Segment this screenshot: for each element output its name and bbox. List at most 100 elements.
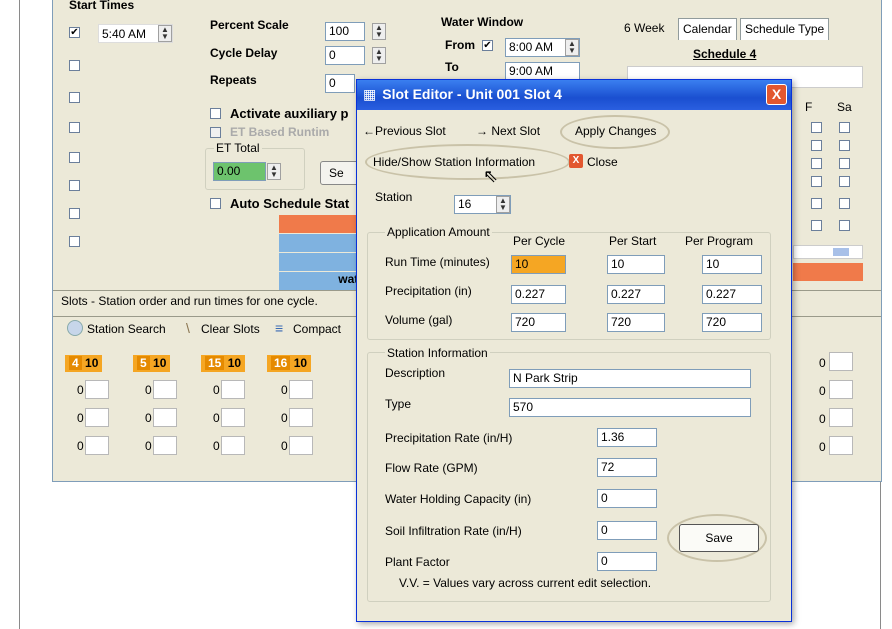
- slot-time-box[interactable]: [153, 436, 177, 455]
- day-checkbox[interactable]: [839, 158, 850, 169]
- volume-per-start[interactable]: 720: [607, 313, 665, 332]
- slot-number: 0: [819, 356, 826, 370]
- activate-aux-label: Activate auxiliary p: [230, 106, 349, 121]
- run-time-per-cycle[interactable]: 10: [511, 255, 566, 274]
- slot-time-box[interactable]: [829, 352, 853, 371]
- slot-time-box[interactable]: [221, 408, 245, 427]
- cycle-delay-input[interactable]: 0: [325, 46, 365, 65]
- day-checkbox[interactable]: [811, 198, 822, 209]
- slot-number: 0: [281, 439, 288, 453]
- slot-time-box[interactable]: [289, 380, 313, 399]
- slot-chip-2[interactable]: 5 10: [133, 355, 171, 372]
- infiltration-input[interactable]: 0: [597, 521, 657, 540]
- from-label: From: [445, 38, 475, 52]
- start-time-checkbox-1[interactable]: ✔: [69, 27, 80, 38]
- slot-time-box[interactable]: [153, 380, 177, 399]
- volume-per-program[interactable]: 720: [702, 313, 762, 332]
- start-time-spinner[interactable]: ▲ ▼: [158, 25, 172, 42]
- slot-number: 0: [77, 411, 84, 425]
- day-checkbox[interactable]: [811, 176, 822, 187]
- slot-chip-1[interactable]: 4 10: [65, 355, 103, 372]
- run-time-label: Run Time (minutes): [385, 255, 490, 269]
- from-checkbox[interactable]: ✔: [482, 40, 493, 51]
- slot-time-box[interactable]: [829, 408, 853, 427]
- close-icon: X: [569, 154, 583, 168]
- slot-time-box[interactable]: [829, 436, 853, 455]
- start-time-checkbox-7[interactable]: [69, 208, 80, 219]
- station-spinner[interactable]: ▲ ▼: [496, 196, 510, 213]
- compact-icon[interactable]: ≡: [275, 320, 283, 336]
- slot-time-box[interactable]: [289, 436, 313, 455]
- slot-time-box[interactable]: [153, 408, 177, 427]
- col-per-start: Per Start: [609, 234, 657, 248]
- precipitation-per-program[interactable]: 0.227: [702, 285, 762, 304]
- whc-input[interactable]: 0: [597, 489, 657, 508]
- slot-time-box[interactable]: [85, 408, 109, 427]
- flow-rate-input[interactable]: 72: [597, 458, 657, 477]
- et-total-spinner[interactable]: ▲ ▼: [267, 163, 281, 180]
- close-icon[interactable]: X: [766, 84, 787, 105]
- percent-scale-spinner[interactable]: ▲ ▼: [372, 23, 386, 40]
- description-input[interactable]: N Park Strip: [509, 369, 751, 388]
- set-button[interactable]: Se: [320, 161, 360, 185]
- run-time-per-start[interactable]: 10: [607, 255, 665, 274]
- day-checkbox[interactable]: [839, 122, 850, 133]
- percent-scale-input[interactable]: 100: [325, 22, 365, 41]
- day-checkbox[interactable]: [839, 176, 850, 187]
- slot-time-box[interactable]: [85, 380, 109, 399]
- compact-button[interactable]: Compact: [293, 322, 341, 336]
- start-time-checkbox-4[interactable]: [69, 122, 80, 133]
- slot-editor-dialog: ▦ Slot Editor - Unit 001 Slot 4 X ←Previo…: [356, 79, 792, 622]
- auto-schedule-checkbox[interactable]: [210, 198, 221, 209]
- day-checkbox[interactable]: [811, 220, 822, 231]
- activate-aux-checkbox[interactable]: [210, 108, 221, 119]
- day-checkbox[interactable]: [811, 122, 822, 133]
- slot-time-box[interactable]: [829, 380, 853, 399]
- close-button[interactable]: Close: [587, 155, 618, 169]
- apply-changes-button[interactable]: Apply Changes: [575, 124, 656, 138]
- repeats-input[interactable]: 0: [325, 74, 355, 93]
- slot-time-box[interactable]: [221, 380, 245, 399]
- day-checkbox[interactable]: [839, 198, 850, 209]
- slot-chip-3[interactable]: 15 10: [201, 355, 246, 372]
- previous-slot-button[interactable]: ←Previous Slot: [363, 124, 446, 138]
- hide-show-station-info-button[interactable]: Hide/Show Station Information: [373, 155, 535, 169]
- clear-slots-button[interactable]: Clear Slots: [201, 322, 260, 336]
- slot-number: 0: [145, 439, 152, 453]
- day-checkbox[interactable]: [811, 140, 822, 151]
- clear-slots-icon[interactable]: \: [186, 320, 190, 336]
- start-time-checkbox-8[interactable]: [69, 236, 80, 247]
- start-time-checkbox-2[interactable]: [69, 60, 80, 71]
- slot-chip-4[interactable]: 16 10: [267, 355, 312, 372]
- day-checkbox[interactable]: [839, 220, 850, 231]
- slot-station: 5: [137, 356, 150, 370]
- precipitation-per-start[interactable]: 0.227: [607, 285, 665, 304]
- tab-calendar[interactable]: Calendar: [678, 18, 737, 40]
- plant-factor-input[interactable]: 0: [597, 552, 657, 571]
- from-time-spinner[interactable]: ▲ ▼: [565, 39, 579, 56]
- slot-time: 10: [85, 356, 99, 370]
- tab-schedule-type[interactable]: Schedule Type: [740, 18, 830, 40]
- dialog-title: Slot Editor - Unit 001 Slot 4: [382, 86, 562, 102]
- day-checkbox[interactable]: [811, 158, 822, 169]
- save-button[interactable]: Save: [679, 524, 759, 552]
- slot-time-box[interactable]: [85, 436, 109, 455]
- station-search-icon[interactable]: [67, 320, 83, 336]
- slot-time-box[interactable]: [289, 408, 313, 427]
- next-slot-button[interactable]: → Next Slot: [476, 124, 540, 138]
- et-based-checkbox[interactable]: [210, 127, 221, 138]
- start-time-checkbox-5[interactable]: [69, 152, 80, 163]
- tab-6-week[interactable]: 6 Week: [620, 18, 668, 40]
- type-input[interactable]: 570: [509, 398, 751, 417]
- day-checkbox[interactable]: [839, 140, 850, 151]
- precipitation-per-cycle[interactable]: 0.227: [511, 285, 566, 304]
- cycle-delay-spinner[interactable]: ▲ ▼: [372, 47, 386, 64]
- station-search-button[interactable]: Station Search: [87, 322, 166, 336]
- start-time-checkbox-3[interactable]: [69, 92, 80, 103]
- precip-rate-input[interactable]: 1.36: [597, 428, 657, 447]
- volume-per-cycle[interactable]: 720: [511, 313, 566, 332]
- et-total-input[interactable]: 0.00: [213, 162, 266, 181]
- run-time-per-program[interactable]: 10: [702, 255, 762, 274]
- start-time-checkbox-6[interactable]: [69, 180, 80, 191]
- slot-time-box[interactable]: [221, 436, 245, 455]
